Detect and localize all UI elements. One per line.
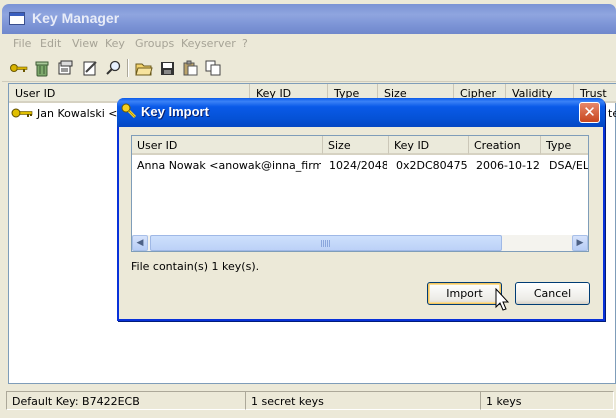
- menu-view[interactable]: View: [72, 37, 98, 50]
- main-title-bar[interactable]: Key Manager: [2, 4, 616, 34]
- menu-key[interactable]: Key: [105, 37, 125, 50]
- main-window-title: Key Manager: [32, 10, 120, 26]
- search-icon[interactable]: [103, 58, 123, 78]
- scroll-right-icon[interactable]: ▶: [572, 235, 588, 251]
- toolbar: [2, 54, 616, 82]
- open-folder-icon[interactable]: [134, 58, 154, 78]
- scroll-left-icon[interactable]: ◀: [132, 235, 148, 251]
- sign-icon[interactable]: [80, 58, 100, 78]
- cell-creation: 2006-10-12: [476, 159, 540, 172]
- trash-icon[interactable]: [32, 58, 52, 78]
- scrollbar-grip: [321, 240, 330, 247]
- cancel-button[interactable]: Cancel: [515, 282, 590, 305]
- cell-size: 1024/2048: [329, 159, 387, 172]
- app-window-icon: [9, 12, 25, 25]
- cell-user-id: Anna Nowak <anowak@inna_firma....: [137, 159, 321, 172]
- menu-edit[interactable]: Edit: [40, 37, 61, 50]
- dialog-title: Key Import: [141, 104, 209, 119]
- close-button[interactable]: ✕: [579, 102, 600, 123]
- menu-file[interactable]: File: [13, 37, 31, 50]
- col-header-type[interactable]: Type: [541, 136, 588, 155]
- properties-icon[interactable]: [55, 58, 75, 78]
- menu-bar: File Edit View Key Groups Keyserver ?: [2, 34, 616, 54]
- col-header-size[interactable]: Size: [323, 136, 389, 155]
- row-trust-partial: te: [608, 107, 616, 120]
- cell-key-id: 0x2DC80475: [396, 159, 468, 172]
- menu-groups[interactable]: Groups: [135, 37, 174, 50]
- menu-help[interactable]: ?: [242, 37, 248, 50]
- status-default-key: Default Key: B7422ECB: [6, 391, 246, 410]
- scrollbar-thumb[interactable]: [150, 235, 502, 251]
- status-key-count: 1 keys: [480, 391, 614, 410]
- menu-keyserver[interactable]: Keyserver: [181, 37, 236, 50]
- col-header-creation[interactable]: Creation: [469, 136, 541, 155]
- status-bar: Default Key: B7422ECB 1 secret keys 1 ke…: [2, 389, 616, 411]
- col-header-user-id[interactable]: User ID: [132, 136, 323, 155]
- key-import-dialog: Key Import ✕ User ID Size Key ID Creatio…: [117, 98, 605, 321]
- status-secret-keys: 1 secret keys: [245, 391, 481, 410]
- import-key-list[interactable]: User ID Size Key ID Creation Type Anna N…: [131, 135, 589, 252]
- import-button[interactable]: Import: [427, 282, 502, 305]
- cell-type: DSA/EL: [549, 159, 589, 172]
- list-item[interactable]: Jan Kowalski <jk: [11, 104, 131, 122]
- import-info-text: File contain(s) 1 key(s).: [131, 260, 260, 273]
- dialog-title-bar[interactable]: Key Import ✕: [117, 98, 605, 127]
- copy-icon[interactable]: [203, 58, 223, 78]
- horizontal-scrollbar[interactable]: ◀ ▶: [132, 235, 588, 251]
- row-user-id: Jan Kowalski <jk: [37, 106, 127, 120]
- key-pair-icon: [11, 108, 33, 118]
- mouse-cursor-icon: [495, 288, 509, 311]
- paste-icon[interactable]: [180, 58, 200, 78]
- key-icon[interactable]: [9, 58, 29, 78]
- save-icon[interactable]: [157, 58, 177, 78]
- toolbar-separator: [127, 59, 129, 77]
- col-header-key-id[interactable]: Key ID: [389, 136, 469, 155]
- key-icon: [121, 103, 137, 119]
